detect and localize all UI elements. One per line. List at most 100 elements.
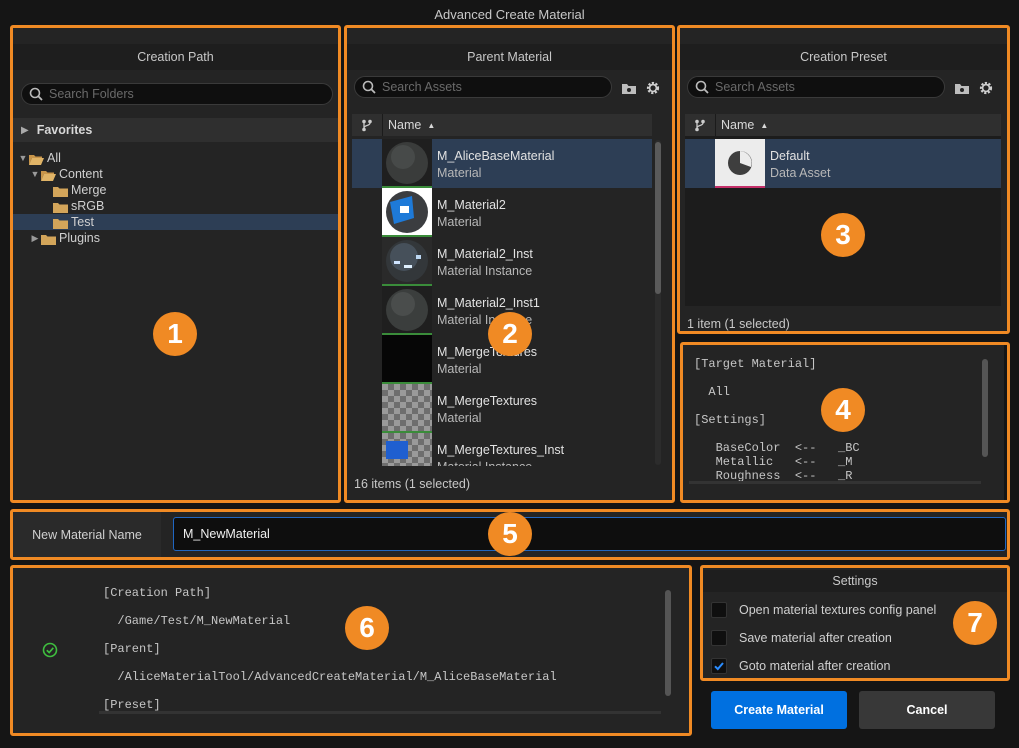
setting-save-after[interactable]: Save material after creation [711,628,892,648]
tree-item[interactable]: ▼ All [13,150,338,166]
summary-line: [Preset] [103,698,161,712]
parent-column-header: Name ▲ [352,114,652,136]
favorites-row[interactable]: ▶ Favorites [13,118,338,142]
tree-item[interactable]: Merge [13,182,338,198]
parent-search-input[interactable] [382,80,594,94]
checkbox-checked[interactable] [711,658,727,674]
checkbox[interactable] [711,602,727,618]
gear-icon[interactable] [644,79,662,97]
branch-icon[interactable] [352,119,382,132]
setting-label: Save material after creation [739,631,892,645]
branch-icon[interactable] [685,119,715,132]
data-asset-thumbnail [715,139,765,188]
preset-detail-line: BaseColor <-- _BC [694,441,860,455]
preset-detail-line [694,371,979,385]
parent-list-scroll-thumb[interactable] [655,142,661,294]
callout-badge-5: 5 [488,512,532,556]
name-column-label[interactable]: Name [721,118,754,132]
creation-preset-header: Creation Preset [680,44,1007,70]
asset-type: Data Asset [770,166,831,180]
checkmark-icon [714,662,724,671]
preset-column-header: Name ▲ [685,114,1001,136]
asset-name: M_MergeTextures_Inst [437,443,565,457]
asset-type: Material Instance [437,264,533,278]
parent-asset-list: M_AliceBaseMaterial Material M_Material2 Ma… [352,136,652,466]
parent-material-panel: Parent Material Name ▲ M_AliceBaseMateri… [347,28,672,500]
asset-name: M_Material2 [437,198,506,212]
list-item[interactable]: M_MergeTextures Material [352,384,652,433]
tree-item-label: All [47,151,61,165]
asset-type: Material Instance [437,459,564,466]
tree-item[interactable]: ▶ Plugins [13,230,338,246]
chevron-right-icon: ▶ [21,124,29,136]
chevron-down-icon[interactable]: ▼ [29,166,41,182]
setting-goto-after[interactable]: Goto material after creation [711,656,890,676]
callout-badge-7: 7 [953,601,997,645]
material-black-thumbnail [382,335,432,384]
preset-details-hscroll[interactable] [689,481,981,484]
cancel-button[interactable]: Cancel [859,691,995,729]
check-circle-icon [42,642,58,661]
gear-icon[interactable] [977,79,995,97]
summary-line [103,600,663,614]
summary-line: [Parent] [103,642,161,656]
folder-icon [53,185,68,197]
creation-path-panel: Creation Path ▶ Favorites ▼ All ▼ Content Me… [13,28,338,500]
list-item[interactable]: M_Material2_Inst Material Instance [352,237,652,286]
chevron-down-icon[interactable]: ▼ [17,150,29,166]
asset-name: Default [770,149,810,163]
folder-filter-icon[interactable] [953,79,971,97]
material-name-field[interactable]: M_NewMaterial [173,517,1006,551]
material-sphere-thumbnail [382,286,432,335]
parent-search-box[interactable] [354,76,612,98]
material-sphere-thumbnail [382,139,432,188]
folder-tree: ▼ All ▼ Content Merge sRGB Test ▶ Plugins [13,150,338,250]
setting-label: Open material textures config panel [739,603,937,617]
preset-detail-line: Metallic <-- _M [694,455,853,469]
favorites-label: Favorites [36,123,93,137]
callout-badge-3: 3 [821,213,865,257]
list-item[interactable]: M_AliceBaseMaterial Material [352,139,652,188]
chevron-right-icon[interactable]: ▶ [29,230,41,246]
summary-line: /AliceMaterialTool/AdvancedCreateMateria… [103,670,557,684]
preset-status-text: 1 item (1 selected) [687,317,790,331]
preset-details-scroll-thumb[interactable] [982,359,988,457]
asset-type: Material [437,362,482,376]
preset-search-input[interactable] [715,80,927,94]
material-name-value[interactable]: M_NewMaterial [183,527,270,541]
summary-hscroll[interactable] [99,711,661,714]
tree-item-label: Test [71,215,94,229]
folder-filter-icon[interactable] [620,79,638,97]
folder-icon [53,217,68,229]
material-blue-thumbnail [382,188,432,237]
asset-type: Material [437,215,482,229]
folder-search-input[interactable] [49,87,307,101]
search-icon [695,80,709,94]
list-item[interactable]: M_Material2 Material [352,188,652,237]
summary-panel: [Creation Path] /Game/Test/M_NewMaterial… [13,568,689,734]
material-instance-thumbnail [382,237,432,286]
summary-scroll-thumb[interactable] [665,590,671,696]
name-column-label[interactable]: Name [388,118,421,132]
folder-search-box[interactable] [21,83,333,105]
sort-ascending-icon[interactable]: ▲ [427,121,435,130]
summary-line [103,684,663,698]
list-item[interactable]: Default Data Asset [685,139,1001,188]
list-item[interactable]: M_MergeTextures_Inst Material Instance [352,433,652,466]
sort-ascending-icon[interactable]: ▲ [760,121,768,130]
tree-item[interactable]: ▼ Content [13,166,338,182]
create-material-button[interactable]: Create Material [711,691,847,729]
summary-line: [Creation Path] [103,586,212,600]
tree-item[interactable]: sRGB [13,198,338,214]
tree-item[interactable]: Test [13,214,338,230]
creation-path-header: Creation Path [13,44,338,70]
checkbox[interactable] [711,630,727,646]
preset-search-box[interactable] [687,76,945,98]
folder-icon [53,201,68,213]
folder-open-icon [41,169,56,181]
setting-open-config[interactable]: Open material textures config panel [711,600,936,620]
tree-item-label: Merge [71,183,107,197]
tree-item-label: sRGB [71,199,105,213]
summary-line [103,656,663,670]
checker-blue-thumbnail [382,433,432,466]
